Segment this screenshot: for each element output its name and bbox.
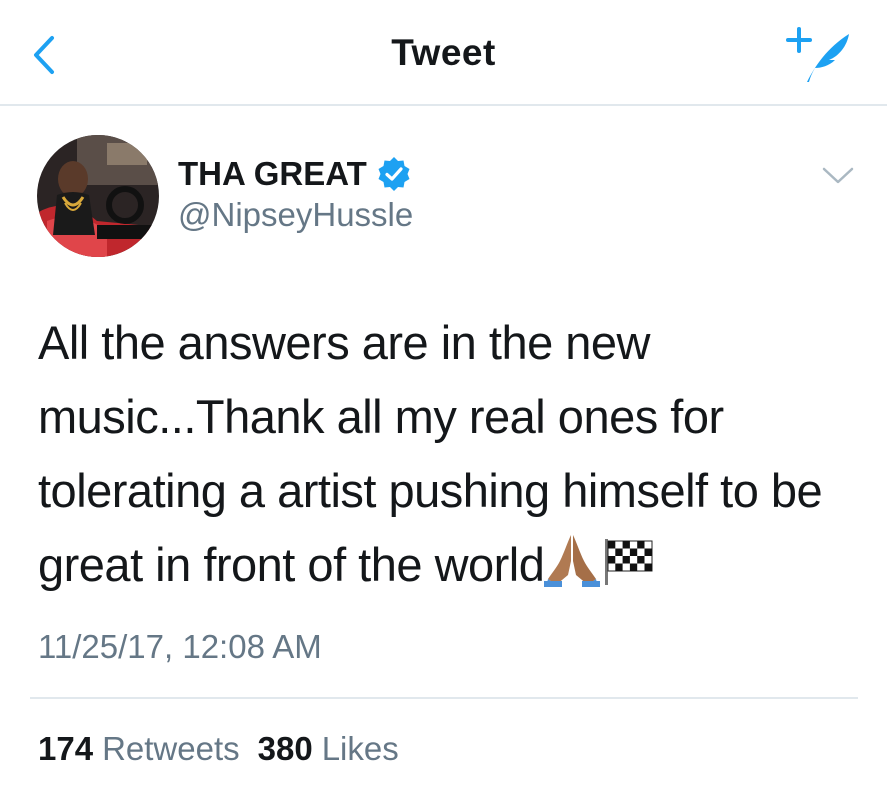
divider — [30, 697, 858, 699]
retweets-stat[interactable]: 174 Retweets — [38, 730, 240, 768]
retweets-count: 174 — [38, 730, 94, 767]
tweet-timestamp: 11/25/17, 12:08 AM — [38, 628, 322, 665]
retweets-label: Retweets — [102, 730, 240, 767]
tweet-options-button[interactable] — [818, 160, 858, 190]
chevron-down-icon — [822, 167, 854, 184]
folded-hands-icon — [544, 531, 601, 608]
avatar[interactable] — [37, 135, 159, 257]
author-display-name[interactable]: THA GREAT — [178, 155, 367, 193]
likes-stat[interactable]: 380 Likes — [258, 730, 399, 768]
tweet-body: All the answers are in the new music...T… — [38, 306, 868, 608]
likes-count: 380 — [257, 730, 313, 767]
author-handle[interactable]: @NipseyHussle — [178, 196, 413, 234]
verified-badge-icon — [378, 157, 410, 191]
compose-feather-icon — [786, 27, 849, 82]
checkered-flag-icon — [602, 534, 654, 608]
likes-label: Likes — [321, 730, 399, 767]
compose-tweet-button[interactable] — [785, 26, 855, 86]
tweet-stats: 174 Retweets 380 Likes — [38, 730, 399, 768]
author-name-row[interactable]: THA GREAT — [178, 153, 411, 195]
navigation-bar: Tweet — [0, 0, 887, 106]
tweet-text: All the answers are in the new music...T… — [38, 316, 823, 591]
page-title: Tweet — [391, 32, 496, 73]
